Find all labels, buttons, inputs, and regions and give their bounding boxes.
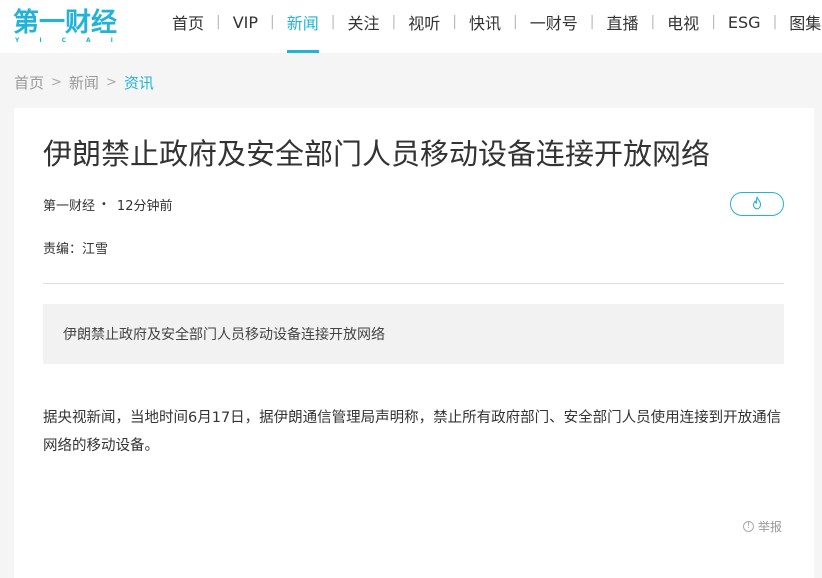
flame-icon [751,195,763,214]
nav-item-news[interactable]: 新闻 [275,0,331,44]
nav-item-live[interactable]: 直播 [594,0,650,44]
article-card: 伊朗禁止政府及安全部门人员移动设备连接开放网络 第一财经 • 12分钟前 责编：… [14,108,814,578]
nav-item-tv[interactable]: 电视 [655,0,711,44]
divider [43,283,784,284]
article-body: 据央视新闻，当地时间6月17日，据伊朗通信管理局声明称，禁止所有政府部门、安全部… [43,410,782,454]
breadcrumb: 首页 > 新闻 > 资讯 [14,71,154,93]
nav-item-video[interactable]: 视听 [396,0,452,44]
main-nav: 首页 | VIP | 新闻 | 关注 | 视听 | 快讯 | 一财号 | 直播 … [160,0,822,53]
nav-item-follow[interactable]: 关注 [336,0,392,44]
breadcrumb-current[interactable]: 资讯 [124,72,154,93]
article-editor: 责编：江雪 [43,241,109,257]
nav-item-esg[interactable]: ESG [716,0,773,44]
article-title: 伊朗禁止政府及安全部门人员移动设备连接开放网络 [43,137,711,171]
info-circle-icon: ! [743,520,754,532]
breadcrumb-separator: > [51,74,62,90]
logo-subtext: YICAI [15,37,133,44]
breadcrumb-news[interactable]: 新闻 [69,72,99,93]
logo-text: 第一财经 [13,8,118,38]
report-link[interactable]: ! 举报 [743,516,782,536]
nav-item-vip[interactable]: VIP [221,0,270,44]
article-source[interactable]: 第一财经 [43,195,95,214]
nav-item-flash[interactable]: 快讯 [457,0,513,44]
site-header: 第一财经 YICAI 首页 | VIP | 新闻 | 关注 | 视听 | 快讯 … [0,0,822,53]
meta-dot: • [101,198,107,210]
nav-item-yicaihao[interactable]: 一财号 [518,0,590,44]
site-logo[interactable]: 第一财经 YICAI [13,8,117,44]
report-label: 举报 [758,519,783,534]
article-meta: 第一财经 • 12分钟前 [43,194,172,214]
article-time: 12分钟前 [116,198,173,214]
article-summary: 伊朗禁止政府及安全部门人员移动设备连接开放网络 [43,304,784,364]
hot-button[interactable] [730,192,784,216]
nav-item-home[interactable]: 首页 [160,0,216,44]
breadcrumb-home[interactable]: 首页 [14,72,44,93]
nav-item-gallery[interactable]: 图集 [777,0,822,44]
breadcrumb-separator: > [105,74,117,90]
